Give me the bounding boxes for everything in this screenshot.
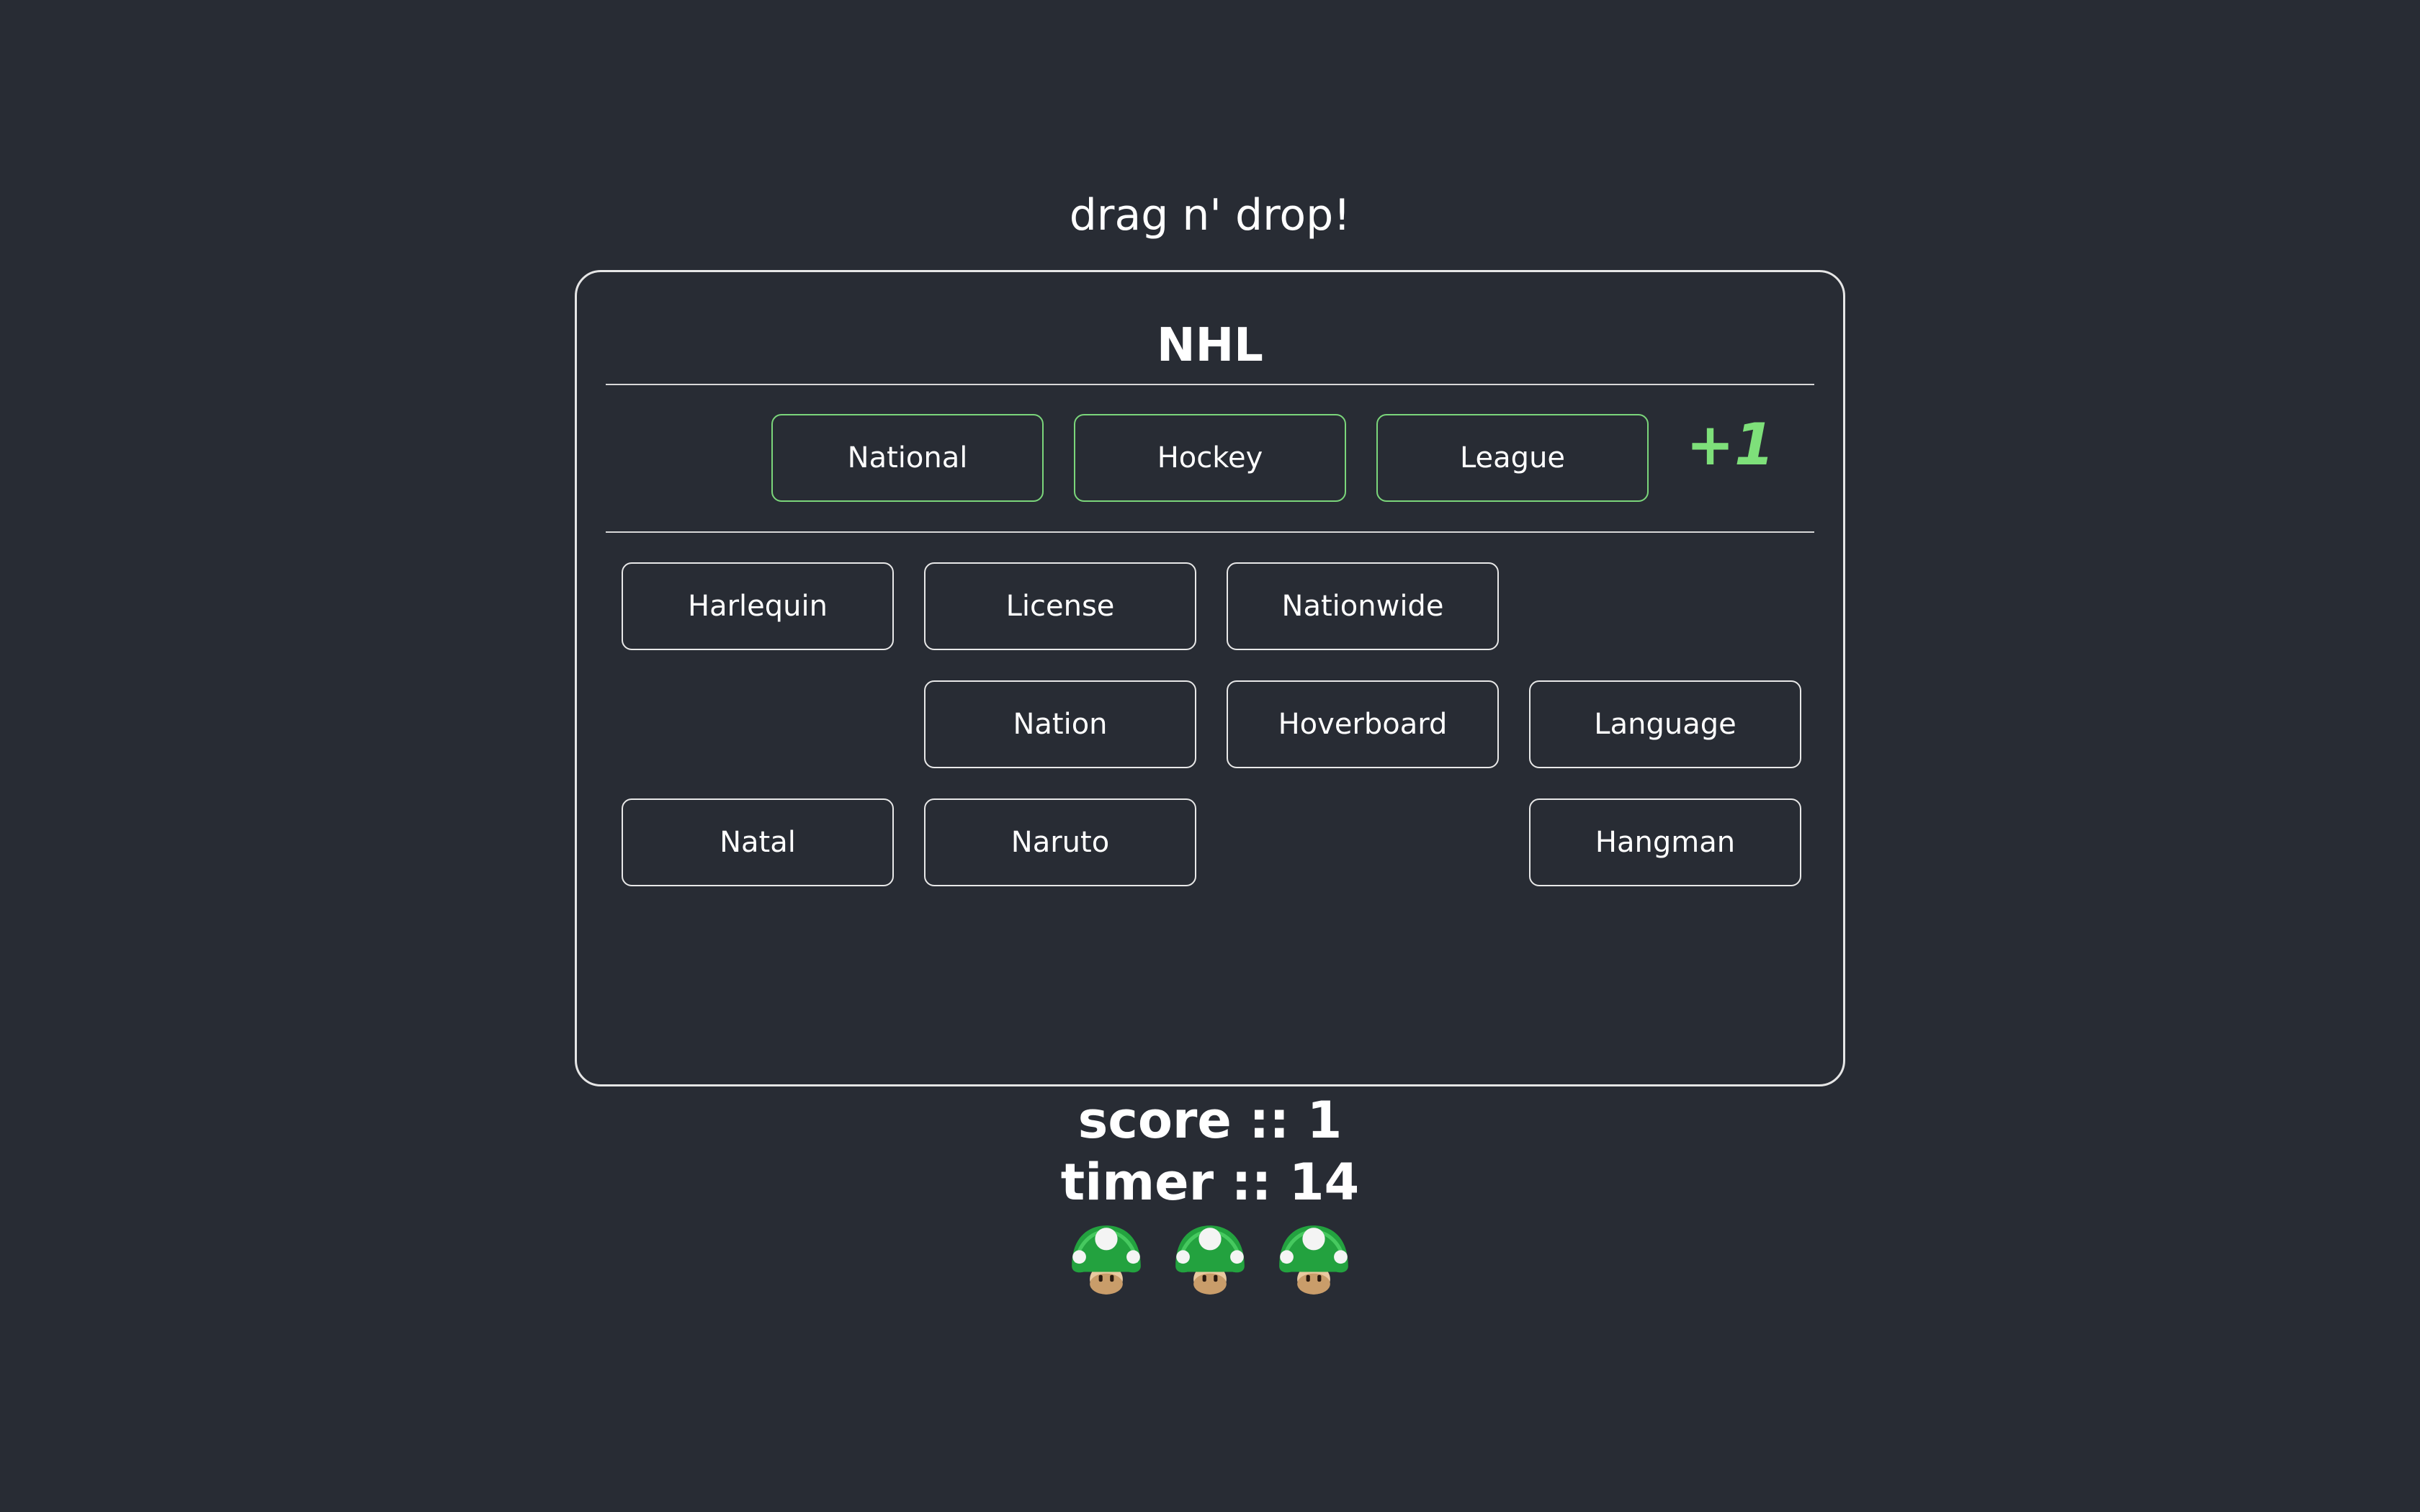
game-board: NHL National Hockey League +1 Harlequin …: [575, 270, 1845, 1086]
word-tile-nationwide[interactable]: Nationwide: [1227, 562, 1499, 650]
word-tile-natal[interactable]: Natal: [622, 798, 894, 886]
word-tile-harlequin[interactable]: Harlequin: [622, 562, 894, 650]
divider-bottom: [606, 531, 1814, 533]
one-up-mushroom-icon: [1279, 1225, 1348, 1295]
word-tile-license[interactable]: License: [924, 562, 1196, 650]
acronym-title: NHL: [1157, 319, 1263, 372]
word-tile-nation[interactable]: Nation: [924, 680, 1196, 768]
score-display: score :: 1: [1077, 1091, 1343, 1150]
answer-slot-2[interactable]: Hockey: [1074, 414, 1346, 502]
points-earned-indicator: +1: [1686, 411, 1775, 478]
word-tile-hoverboard[interactable]: Hoverboard: [1227, 680, 1499, 768]
word-tile-language[interactable]: Language: [1529, 680, 1801, 768]
timer-display: timer :: 14: [1060, 1153, 1360, 1212]
answer-slot-1[interactable]: National: [771, 414, 1044, 502]
divider-top: [606, 384, 1814, 385]
word-tile-naruto[interactable]: Naruto: [924, 798, 1196, 886]
answer-slot-3[interactable]: League: [1376, 414, 1649, 502]
page-title: drag n' drop!: [1069, 190, 1351, 240]
word-tile-hangman[interactable]: Hangman: [1529, 798, 1801, 886]
one-up-mushroom-icon: [1072, 1225, 1141, 1295]
lives-display: [0, 1224, 2420, 1303]
one-up-mushroom-icon: [1175, 1225, 1245, 1295]
